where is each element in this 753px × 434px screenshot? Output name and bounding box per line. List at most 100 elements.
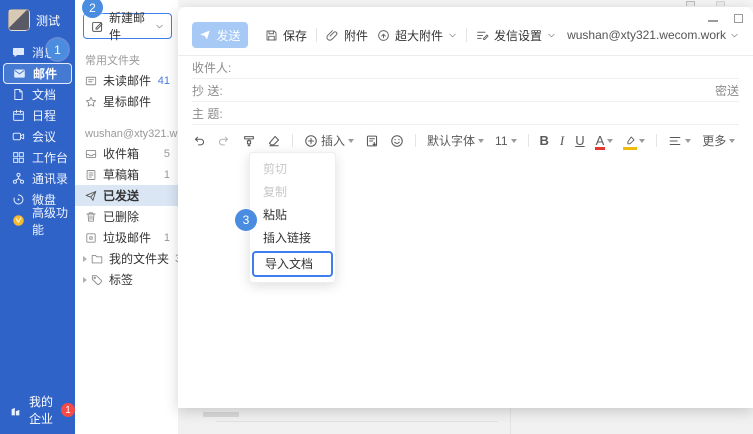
folder-item-starred[interactable]: 星标邮件 [75, 91, 178, 112]
save-button[interactable]: 保存 [265, 27, 307, 44]
emoji-button[interactable] [390, 134, 404, 148]
sidebar-item-label: 日程 [32, 107, 56, 124]
folder-item-deleted[interactable]: 已删除 [75, 206, 178, 227]
folder-count: 1 [164, 232, 170, 244]
redo-button[interactable] [217, 134, 231, 148]
calendar-icon [12, 109, 25, 122]
tag-icon [91, 274, 103, 286]
dialog-window-controls [708, 14, 743, 23]
junk-icon [85, 232, 97, 244]
font-size-value: 11 [495, 134, 507, 148]
folder-item-drafts[interactable]: 草稿箱 1 [75, 164, 178, 185]
folder-item-my-folders[interactable]: 我的文件夹 36 [75, 248, 178, 269]
format-painter-button[interactable] [242, 134, 256, 148]
attachment-button-label: 附件 [344, 27, 368, 44]
background-divider [216, 421, 498, 422]
cc-field-input[interactable] [223, 79, 715, 101]
wecom-mail-app: 测试 消息 邮件 文档 日程 会议 [0, 0, 753, 434]
font-color-icon: A [596, 135, 605, 147]
underline-button[interactable]: U [575, 133, 584, 148]
menu-item-paste[interactable]: 粘贴 [250, 204, 335, 227]
sidebar-item-workbench[interactable]: 工作台 [0, 147, 75, 168]
insert-menu-button[interactable]: 插入 [304, 132, 354, 149]
to-field-row: 收件人: [192, 56, 739, 79]
folder-icon [91, 253, 103, 265]
font-size-dropdown[interactable]: 11 [495, 134, 516, 148]
sidebar-nav: 消息 邮件 文档 日程 会议 工作台 [0, 42, 75, 231]
to-field-input[interactable] [231, 56, 739, 78]
folder-section-header: 常用文件夹 [75, 52, 178, 70]
font-color-button[interactable]: A [596, 135, 614, 147]
caret-right-icon[interactable] [83, 256, 87, 262]
dropdown-arrow-icon [639, 139, 645, 143]
subject-label: 主 题: [192, 105, 223, 122]
unread-mail-icon [85, 75, 97, 87]
chevron-down-icon [547, 31, 556, 40]
user-name: 测试 [36, 12, 60, 29]
editor-context-menu: 剪切 复制 粘贴 插入链接 导入文档 [249, 152, 336, 283]
folder-item-tags[interactable]: 标签 [75, 269, 178, 290]
folder-item-junk[interactable]: 垃圾邮件 1 [75, 227, 178, 248]
menu-item-import-doc[interactable]: 导入文档 [252, 251, 333, 277]
format-divider [415, 134, 416, 147]
bold-button[interactable]: B [540, 133, 549, 148]
sidebar-item-contacts[interactable]: 通讯录 [0, 168, 75, 189]
format-toolbar: 插入 默认字体 11 B I U A [178, 127, 753, 154]
save-icon [265, 29, 278, 42]
clear-format-button[interactable] [267, 134, 281, 148]
sidebar-item-label: 邮件 [33, 65, 57, 82]
sidebar-item-meetings[interactable]: 会议 [0, 126, 75, 147]
meeting-icon [12, 130, 25, 143]
chat-icon [12, 46, 25, 59]
background-window-top [178, 0, 753, 7]
highlight-color-button[interactable] [624, 134, 645, 147]
sidebar-item-docs[interactable]: 文档 [0, 84, 75, 105]
sidebar-item-label: 会议 [32, 128, 56, 145]
align-dropdown[interactable] [668, 134, 691, 148]
sender-account-selector[interactable]: wushan@xty321.wecom.work [567, 28, 739, 42]
folder-item-inbox[interactable]: 收件箱 5 [75, 143, 178, 164]
minimize-icon[interactable] [708, 20, 718, 22]
sidebar-item-calendar[interactable]: 日程 [0, 105, 75, 126]
sidebar-item-my-company[interactable]: 我的企业 1 [0, 393, 75, 427]
maximize-icon[interactable] [734, 14, 743, 23]
sidebar-item-advanced[interactable]: 高级功能 [0, 210, 75, 231]
format-divider [656, 134, 657, 147]
align-icon [668, 134, 682, 148]
cc-label: 抄 送: [192, 82, 223, 99]
undo-button[interactable] [192, 134, 206, 148]
user-profile[interactable]: 测试 [0, 0, 75, 37]
chevron-down-icon [155, 22, 164, 31]
bcc-toggle-link[interactable]: 密送 [715, 82, 739, 99]
large-attachment-button[interactable]: 超大附件 [377, 27, 457, 44]
send-settings-button[interactable]: 发信设置 [476, 27, 556, 44]
sidebar-item-label: 文档 [32, 86, 56, 103]
menu-item-insert-link[interactable]: 插入链接 [250, 227, 335, 250]
send-plane-icon [199, 29, 211, 41]
trash-icon [85, 211, 97, 223]
toolbar-divider [316, 28, 317, 42]
chevron-down-icon [448, 31, 457, 40]
caret-right-icon[interactable] [83, 277, 87, 283]
font-family-dropdown[interactable]: 默认字体 [427, 132, 484, 149]
insert-icon [304, 134, 318, 148]
folder-item-label: 草稿箱 [103, 166, 139, 183]
folder-item-label: 我的文件夹 [109, 250, 169, 267]
snippet-button[interactable] [365, 134, 379, 148]
folder-item-unread[interactable]: 未读邮件 41 [75, 70, 178, 91]
subject-field-input[interactable] [223, 102, 739, 124]
attachment-button[interactable]: 附件 [326, 27, 368, 44]
avatar [8, 9, 30, 31]
large-attachment-label: 超大附件 [395, 27, 443, 44]
app-sidebar: 测试 消息 邮件 文档 日程 会议 [0, 0, 75, 434]
send-button[interactable]: 发送 [192, 22, 248, 48]
background-column-divider [510, 408, 511, 434]
italic-button[interactable]: I [560, 133, 564, 149]
folder-item-sent[interactable]: 已发送 [75, 185, 178, 206]
folder-count: 5 [164, 148, 170, 160]
sidebar-item-mail[interactable]: 邮件 [3, 63, 72, 84]
more-dropdown[interactable]: 更多 [702, 132, 735, 149]
attach-icon [326, 29, 339, 42]
folder-unread-count: 41 [158, 75, 170, 87]
send-settings-label: 发信设置 [494, 27, 542, 44]
